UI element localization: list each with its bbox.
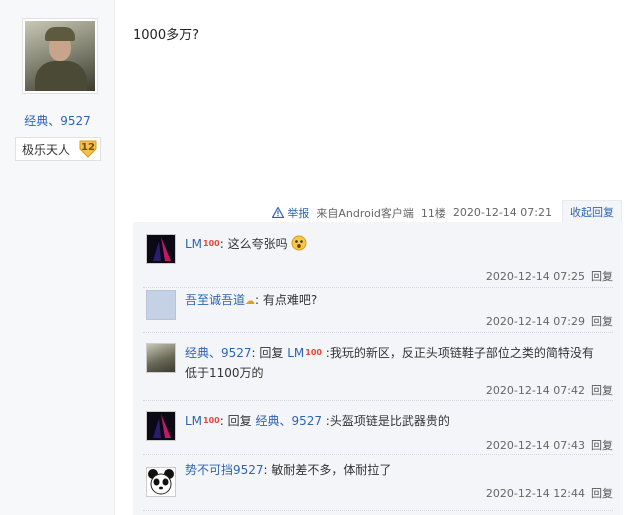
list-item: LM100: 这么夸张吗 2020-12-14 07:25 回复 xyxy=(143,230,613,288)
reply-button[interactable]: 回复 xyxy=(591,487,613,500)
reply-button[interactable]: 回复 xyxy=(591,315,613,328)
reply-to-user[interactable]: 经典、9527 xyxy=(255,414,322,428)
reply-button[interactable]: 回复 xyxy=(591,384,613,397)
list-item: 吾至诚吾道☁: 有点难吧? 2020-12-14 07:29 回复 xyxy=(143,288,613,333)
soldier-avatar-icon[interactable] xyxy=(146,343,176,373)
soldier-avatar-icon xyxy=(25,21,95,91)
post-content: 1000多万? xyxy=(133,28,199,43)
level-name: 极乐天人 xyxy=(22,142,71,157)
reply-time: 2020-12-14 07:42 xyxy=(485,384,585,397)
reply-text: : 敏耐差不多，体耐拉了 xyxy=(263,463,392,477)
author-name[interactable]: 经典、9527 xyxy=(0,112,115,129)
report-label: 举报 xyxy=(287,206,310,220)
dark-abstract-avatar-icon[interactable] xyxy=(146,234,176,264)
surprised-emoji-icon xyxy=(291,235,307,251)
reply-user[interactable]: 势不可挡9527 xyxy=(185,463,264,477)
post-page: 经典、9527 极乐天人 12 1000多万? 举报 来自Android客户端 … xyxy=(0,0,640,515)
floor-number: 11楼 xyxy=(420,206,446,220)
author-avatar[interactable] xyxy=(22,18,98,94)
post-time: 2020-12-14 07:21 xyxy=(452,206,552,219)
default-blank-avatar-icon[interactable] xyxy=(146,290,176,320)
reply-text: : 这么夸张吗 xyxy=(219,237,288,251)
post-source: 来自Android客户端 xyxy=(316,206,414,220)
reply-to-user[interactable]: LM100 xyxy=(287,346,322,360)
reply-button[interactable]: 回复 xyxy=(591,270,613,283)
author-panel: 经典、9527 极乐天人 12 xyxy=(0,0,115,515)
reply-text: :头盔项链是比武器贵的 xyxy=(321,414,450,428)
reply-time: 2020-12-14 07:43 xyxy=(485,439,585,452)
level-number: 12 xyxy=(81,142,95,153)
reply-user[interactable]: 吾至诚吾道☁ xyxy=(185,293,255,307)
list-item: LM100: 回复 经典、9527 :头盔项链是比武器贵的 2020-12-14… xyxy=(143,401,613,455)
level-badge-icon: 12 xyxy=(78,140,98,158)
sub-comment-list: LM100: 这么夸张吗 2020-12-14 07:25 回复 吾至诚吾道☁: … xyxy=(133,222,623,515)
dark-abstract-avatar-icon[interactable] xyxy=(146,411,176,441)
level-badge-box[interactable]: 极乐天人 12 xyxy=(15,137,101,161)
reply-user[interactable]: 经典、9527 xyxy=(185,346,252,360)
reply-text: : 有点难吧? xyxy=(255,293,318,307)
reply-time: 2020-12-14 07:29 xyxy=(485,315,585,328)
reply-user[interactable]: LM100 xyxy=(185,237,220,251)
reply-user[interactable]: LM100 xyxy=(185,414,220,428)
panda-avatar-icon[interactable] xyxy=(146,467,176,497)
reply-time: 2020-12-14 07:25 xyxy=(485,270,585,283)
report-link[interactable]: 举报 xyxy=(272,205,309,221)
reply-time: 2020-12-14 12:44 xyxy=(485,487,585,500)
list-item: 经典、9527: 回复 LM100 :我玩的新区，反正头项链鞋子部位之类的简特没… xyxy=(143,333,613,401)
reply-button[interactable]: 回复 xyxy=(591,439,613,452)
warning-icon xyxy=(272,207,285,218)
list-item: 势不可挡9527: 敏耐差不多，体耐拉了 2020-12-14 12:44 回复 xyxy=(143,455,613,511)
